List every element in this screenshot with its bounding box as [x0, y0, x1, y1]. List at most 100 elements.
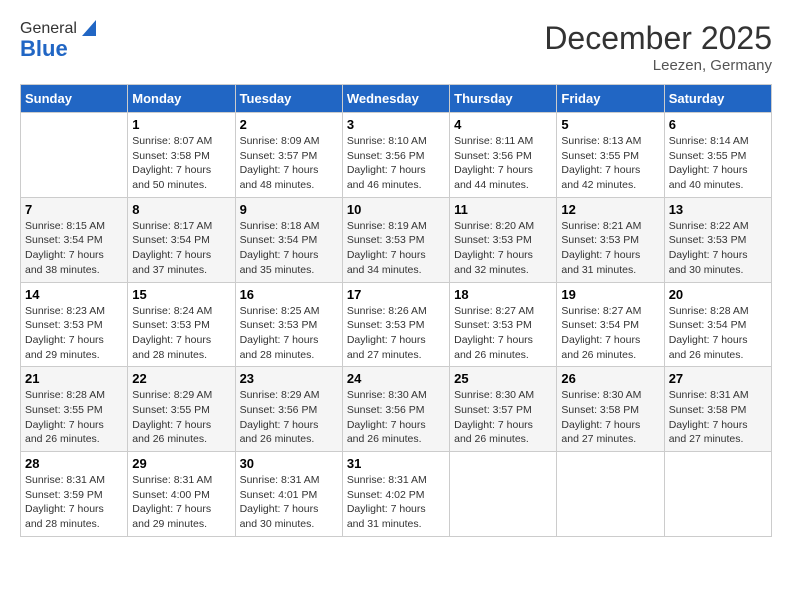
sunrise-text: Sunrise: 8:10 AM [347, 135, 427, 147]
calendar-cell [664, 452, 771, 537]
daylight-text: Daylight: 7 hours and 28 minutes. [25, 503, 104, 530]
sunrise-text: Sunrise: 8:09 AM [240, 135, 320, 147]
sunset-text: Sunset: 4:01 PM [240, 489, 318, 501]
sunset-text: Sunset: 3:58 PM [669, 404, 747, 416]
daylight-text: Daylight: 7 hours and 30 minutes. [669, 249, 748, 276]
sunset-text: Sunset: 3:53 PM [561, 234, 639, 246]
calendar-cell: 21 Sunrise: 8:28 AM Sunset: 3:55 PM Dayl… [21, 367, 128, 452]
day-number: 6 [669, 117, 767, 132]
sunrise-text: Sunrise: 8:27 AM [454, 305, 534, 317]
day-number: 15 [132, 287, 230, 302]
day-number: 31 [347, 456, 445, 471]
sunset-text: Sunset: 3:57 PM [240, 150, 318, 162]
sunset-text: Sunset: 3:54 PM [669, 319, 747, 331]
sunrise-text: Sunrise: 8:21 AM [561, 220, 641, 232]
day-number: 3 [347, 117, 445, 132]
calendar-cell [21, 113, 128, 198]
calendar-week-row: 1 Sunrise: 8:07 AM Sunset: 3:58 PM Dayli… [21, 113, 772, 198]
weekday-header-tuesday: Tuesday [235, 85, 342, 113]
calendar-cell: 31 Sunrise: 8:31 AM Sunset: 4:02 PM Dayl… [342, 452, 449, 537]
daylight-text: Daylight: 7 hours and 50 minutes. [132, 164, 211, 191]
cell-content: Sunrise: 8:17 AM Sunset: 3:54 PM Dayligh… [132, 219, 230, 278]
day-number: 24 [347, 371, 445, 386]
day-number: 30 [240, 456, 338, 471]
daylight-text: Daylight: 7 hours and 27 minutes. [669, 419, 748, 446]
calendar-cell: 24 Sunrise: 8:30 AM Sunset: 3:56 PM Dayl… [342, 367, 449, 452]
sunset-text: Sunset: 3:54 PM [25, 234, 103, 246]
day-number: 2 [240, 117, 338, 132]
cell-content: Sunrise: 8:28 AM Sunset: 3:55 PM Dayligh… [25, 388, 123, 447]
day-number: 5 [561, 117, 659, 132]
sunrise-text: Sunrise: 8:30 AM [347, 389, 427, 401]
sunset-text: Sunset: 3:59 PM [25, 489, 103, 501]
daylight-text: Daylight: 7 hours and 26 minutes. [25, 419, 104, 446]
location: Leezen, Germany [544, 57, 772, 74]
sunrise-text: Sunrise: 8:29 AM [132, 389, 212, 401]
sunset-text: Sunset: 3:53 PM [669, 234, 747, 246]
day-number: 28 [25, 456, 123, 471]
sunrise-text: Sunrise: 8:31 AM [132, 474, 212, 486]
weekday-header-saturday: Saturday [664, 85, 771, 113]
day-number: 12 [561, 202, 659, 217]
daylight-text: Daylight: 7 hours and 29 minutes. [25, 334, 104, 361]
sunrise-text: Sunrise: 8:17 AM [132, 220, 212, 232]
calendar-cell: 10 Sunrise: 8:19 AM Sunset: 3:53 PM Dayl… [342, 197, 449, 282]
sunrise-text: Sunrise: 8:15 AM [25, 220, 105, 232]
day-number: 11 [454, 202, 552, 217]
cell-content: Sunrise: 8:23 AM Sunset: 3:53 PM Dayligh… [25, 304, 123, 363]
cell-content: Sunrise: 8:28 AM Sunset: 3:54 PM Dayligh… [669, 304, 767, 363]
cell-content: Sunrise: 8:31 AM Sunset: 3:59 PM Dayligh… [25, 473, 123, 532]
calendar-cell: 14 Sunrise: 8:23 AM Sunset: 3:53 PM Dayl… [21, 282, 128, 367]
cell-content: Sunrise: 8:31 AM Sunset: 3:58 PM Dayligh… [669, 388, 767, 447]
daylight-text: Daylight: 7 hours and 27 minutes. [347, 334, 426, 361]
day-number: 8 [132, 202, 230, 217]
calendar-week-row: 7 Sunrise: 8:15 AM Sunset: 3:54 PM Dayli… [21, 197, 772, 282]
cell-content: Sunrise: 8:27 AM Sunset: 3:54 PM Dayligh… [561, 304, 659, 363]
day-number: 1 [132, 117, 230, 132]
day-number: 18 [454, 287, 552, 302]
cell-content: Sunrise: 8:21 AM Sunset: 3:53 PM Dayligh… [561, 219, 659, 278]
day-number: 17 [347, 287, 445, 302]
calendar-cell: 8 Sunrise: 8:17 AM Sunset: 3:54 PM Dayli… [128, 197, 235, 282]
sunset-text: Sunset: 3:55 PM [25, 404, 103, 416]
day-number: 14 [25, 287, 123, 302]
cell-content: Sunrise: 8:25 AM Sunset: 3:53 PM Dayligh… [240, 304, 338, 363]
calendar-table: SundayMondayTuesdayWednesdayThursdayFrid… [20, 84, 772, 537]
day-number: 10 [347, 202, 445, 217]
calendar-cell: 13 Sunrise: 8:22 AM Sunset: 3:53 PM Dayl… [664, 197, 771, 282]
day-number: 25 [454, 371, 552, 386]
calendar-cell: 23 Sunrise: 8:29 AM Sunset: 3:56 PM Dayl… [235, 367, 342, 452]
sunrise-text: Sunrise: 8:07 AM [132, 135, 212, 147]
calendar-cell: 19 Sunrise: 8:27 AM Sunset: 3:54 PM Dayl… [557, 282, 664, 367]
sunrise-text: Sunrise: 8:31 AM [240, 474, 320, 486]
daylight-text: Daylight: 7 hours and 40 minutes. [669, 164, 748, 191]
weekday-header-monday: Monday [128, 85, 235, 113]
calendar-week-row: 21 Sunrise: 8:28 AM Sunset: 3:55 PM Dayl… [21, 367, 772, 452]
day-number: 7 [25, 202, 123, 217]
page-header: General Blue December 2025 Leezen, Germa… [20, 20, 772, 74]
cell-content: Sunrise: 8:31 AM Sunset: 4:02 PM Dayligh… [347, 473, 445, 532]
daylight-text: Daylight: 7 hours and 26 minutes. [240, 419, 319, 446]
calendar-cell: 6 Sunrise: 8:14 AM Sunset: 3:55 PM Dayli… [664, 113, 771, 198]
sunset-text: Sunset: 3:58 PM [132, 150, 210, 162]
sunset-text: Sunset: 3:53 PM [454, 319, 532, 331]
cell-content: Sunrise: 8:19 AM Sunset: 3:53 PM Dayligh… [347, 219, 445, 278]
calendar-cell: 29 Sunrise: 8:31 AM Sunset: 4:00 PM Dayl… [128, 452, 235, 537]
cell-content: Sunrise: 8:30 AM Sunset: 3:58 PM Dayligh… [561, 388, 659, 447]
calendar-cell: 28 Sunrise: 8:31 AM Sunset: 3:59 PM Dayl… [21, 452, 128, 537]
sunrise-text: Sunrise: 8:27 AM [561, 305, 641, 317]
daylight-text: Daylight: 7 hours and 26 minutes. [669, 334, 748, 361]
day-number: 23 [240, 371, 338, 386]
cell-content: Sunrise: 8:14 AM Sunset: 3:55 PM Dayligh… [669, 134, 767, 193]
weekday-header-row: SundayMondayTuesdayWednesdayThursdayFrid… [21, 85, 772, 113]
calendar-cell: 17 Sunrise: 8:26 AM Sunset: 3:53 PM Dayl… [342, 282, 449, 367]
sunrise-text: Sunrise: 8:30 AM [561, 389, 641, 401]
sunrise-text: Sunrise: 8:22 AM [669, 220, 749, 232]
daylight-text: Daylight: 7 hours and 35 minutes. [240, 249, 319, 276]
sunset-text: Sunset: 3:57 PM [454, 404, 532, 416]
weekday-header-thursday: Thursday [450, 85, 557, 113]
cell-content: Sunrise: 8:15 AM Sunset: 3:54 PM Dayligh… [25, 219, 123, 278]
daylight-text: Daylight: 7 hours and 37 minutes. [132, 249, 211, 276]
sunrise-text: Sunrise: 8:31 AM [25, 474, 105, 486]
cell-content: Sunrise: 8:09 AM Sunset: 3:57 PM Dayligh… [240, 134, 338, 193]
